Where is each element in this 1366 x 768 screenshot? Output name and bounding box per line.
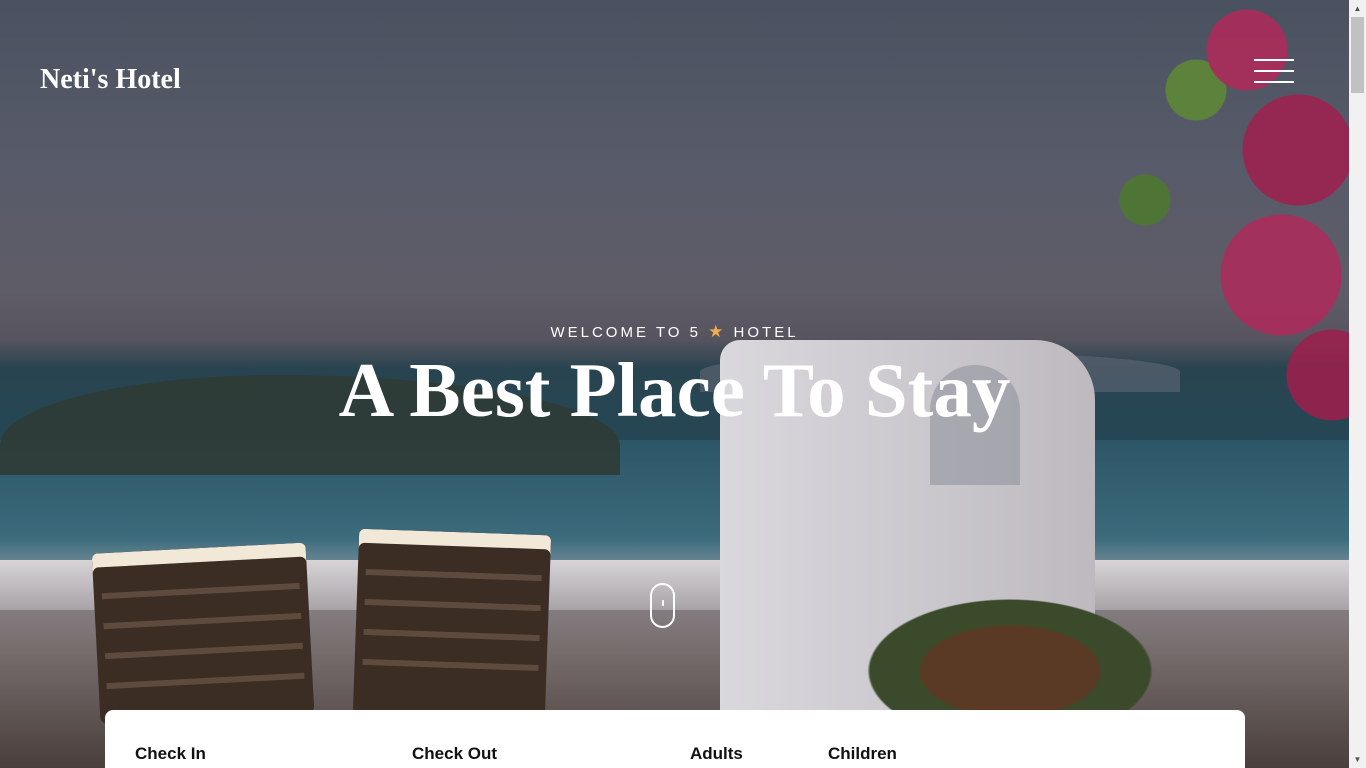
mouse-wheel [662,600,664,606]
scroll-down-icon[interactable]: ▼ [1349,751,1366,768]
star-icon: ★ [708,322,727,341]
hero-content: WELCOME TO 5 ★ HOTEL A Best Place To Sta… [0,322,1349,429]
hamburger-menu-icon[interactable] [1254,59,1294,83]
scroll-up-icon[interactable]: ▲ [1349,0,1366,17]
hero-background-chair [91,542,315,724]
adults-label: Adults [690,744,743,763]
hero-background-plant [830,580,1190,710]
hero-background-chair [352,528,552,721]
brand-logo[interactable]: Neti's Hotel [40,64,181,96]
page-scrollbar[interactable]: ▲ ▼ [1349,0,1366,768]
hero-subtitle-suffix: HOTEL [733,324,799,341]
hero-subtitle: WELCOME TO 5 ★ HOTEL [0,322,1349,342]
hero-section: Neti's Hotel WELCOME TO 5 ★ HOTEL A Best… [0,0,1349,768]
booking-form: Check In Check Out Adults Children [105,710,1245,768]
mouse-scroll-icon[interactable] [650,583,675,628]
check-in-label: Check In [135,744,206,763]
hero-title: A Best Place To Stay [338,347,1011,433]
hero-subtitle-prefix: WELCOME TO 5 [550,324,701,341]
check-out-label: Check Out [412,744,498,763]
scrollbar-thumb[interactable] [1351,17,1364,93]
children-label: Children [828,744,897,763]
